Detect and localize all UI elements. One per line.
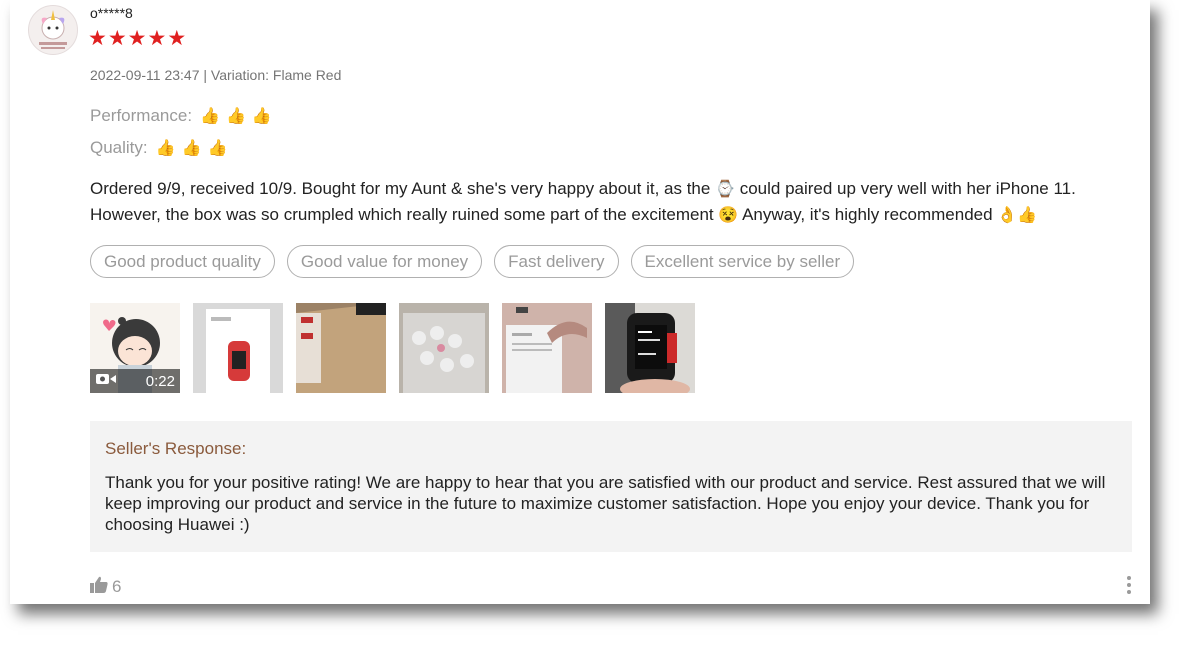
more-options-icon[interactable]	[1124, 576, 1134, 598]
ok-hand-emoji-icon: 👌👍	[997, 207, 1038, 224]
tag-chip[interactable]: Good product quality	[90, 245, 275, 278]
video-camera-icon	[95, 372, 117, 390]
like-button[interactable]: 6	[90, 576, 121, 598]
user-avatar[interactable]	[28, 5, 78, 55]
avatar-unicorn-icon	[39, 10, 67, 49]
bubble-wrap-image	[399, 303, 489, 393]
photo-thumbnail[interactable]	[399, 303, 489, 393]
attribute-label: Quality:	[90, 138, 148, 157]
dizzy-face-emoji-icon: 😵	[718, 207, 739, 224]
video-duration: 0:22	[145, 372, 175, 390]
watch-on-wrist-image	[605, 303, 695, 393]
star-icon: ★	[147, 27, 167, 50]
photo-thumbnail[interactable]	[502, 303, 592, 393]
tag-chip[interactable]: Fast delivery	[494, 245, 619, 278]
attribute-performance: Performance: 👍👍👍	[90, 106, 278, 126]
watch-strap-image	[502, 303, 592, 393]
review-card: o*****8 ★ ★ ★ ★ ★ 2022-09-11 23:47 | Var…	[10, 0, 1150, 604]
star-icon: ★	[107, 27, 127, 50]
video-info-bar: 0:22	[90, 369, 180, 393]
photo-thumbnail[interactable]	[605, 303, 695, 393]
star-rating: ★ ★ ★ ★ ★	[88, 28, 186, 50]
star-icon: ★	[167, 27, 187, 50]
seller-response-title: Seller's Response:	[105, 439, 247, 458]
thumbs-up-icon	[90, 576, 108, 598]
parcel-box-image	[296, 303, 386, 393]
review-media: 0:22	[90, 303, 695, 393]
product-box-image	[193, 303, 283, 393]
tag-chip[interactable]: Good value for money	[286, 245, 483, 278]
tag-chip[interactable]: Excellent service by seller	[630, 245, 855, 278]
comment-text: Anyway, it's highly recommended	[742, 205, 993, 224]
like-count: 6	[112, 577, 122, 596]
seller-response-text: Thank you for your positive rating! We a…	[105, 473, 1106, 534]
review-meta: 2022-09-11 23:47 | Variation: Flame Red	[90, 67, 342, 83]
reviewer-username: o*****8	[90, 5, 133, 21]
comment-text: could paired up very well with her iPhon…	[739, 179, 1076, 198]
photo-thumbnail[interactable]	[193, 303, 283, 393]
thumbs-up-icon: 👍👍👍	[155, 140, 234, 157]
thumbs-up-icon: 👍👍👍	[200, 108, 278, 125]
attribute-quality: Quality: 👍👍👍	[90, 138, 233, 158]
review-comment: Ordered 9/9, received 10/9. Bought for m…	[90, 176, 1120, 228]
attribute-label: Performance:	[90, 106, 193, 125]
photo-thumbnail[interactable]	[296, 303, 386, 393]
review-tags: Good product quality Good value for mone…	[90, 245, 855, 278]
star-icon: ★	[88, 27, 107, 50]
star-icon: ★	[127, 27, 147, 50]
comment-text: However, the box was so crumpled which r…	[90, 205, 714, 224]
watch-emoji-icon: ⌚	[715, 181, 735, 198]
video-thumbnail[interactable]: 0:22	[90, 303, 180, 393]
comment-text: Ordered 9/9, received 10/9. Bought for m…	[90, 179, 711, 198]
seller-response: Seller's Response: Thank you for your po…	[90, 421, 1132, 552]
